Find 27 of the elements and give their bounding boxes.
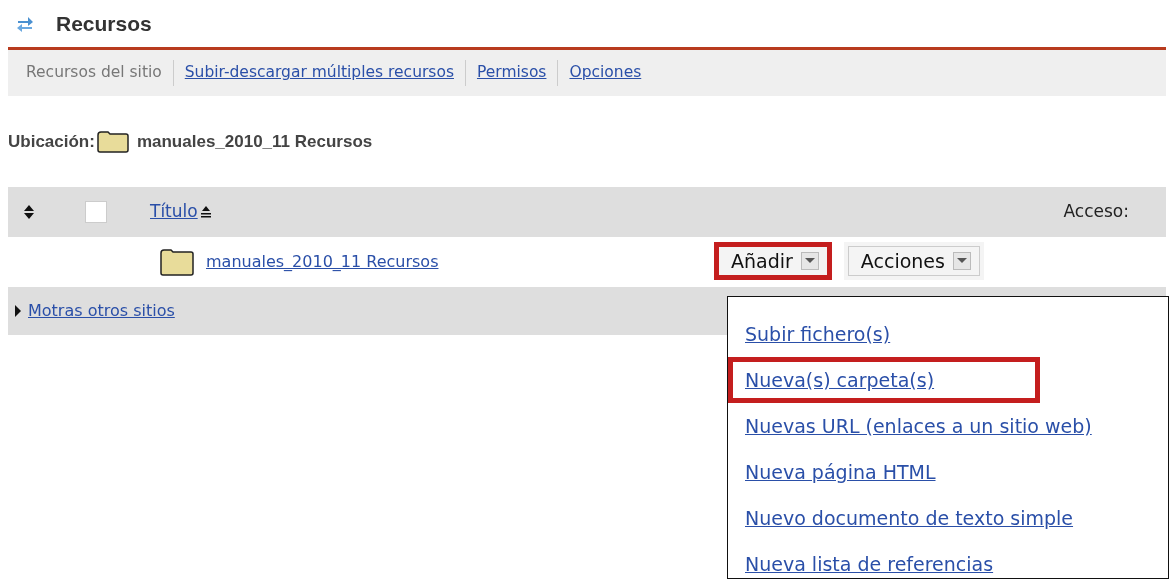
page-title: Recursos <box>56 10 152 37</box>
dropdown-button[interactable]: Añadir <box>714 242 832 280</box>
location-path: manuales_2010_11 Recursos <box>136 131 373 154</box>
folder-link[interactable]: manuales_2010_11 Recursos <box>206 250 439 274</box>
sort-ascending-icon <box>199 206 212 218</box>
menu-item[interactable]: Nueva lista de referencias <box>728 541 1168 578</box>
nav-link[interactable]: Opciones <box>569 61 642 85</box>
menu-item[interactable]: Nuevas URL (enlaces a un sitio web) <box>728 403 1168 449</box>
menu-item[interactable]: Subir fichero(s) <box>728 311 1168 357</box>
folder-icon <box>160 248 194 276</box>
dropdown-button[interactable]: Acciones <box>843 242 984 280</box>
menu-item[interactable]: Nueva(s) carpeta(s) <box>728 357 1040 403</box>
expand-icon[interactable] <box>14 305 22 317</box>
caret-icon <box>952 252 971 270</box>
folder-icon <box>96 131 129 153</box>
location-label: Ubicación: <box>8 131 95 154</box>
menu-item[interactable]: Nuevo documento de texto simple <box>728 495 1168 541</box>
caret-icon <box>800 252 819 270</box>
select-all-checkbox[interactable] <box>85 201 107 223</box>
nav-link[interactable]: Recursos del sitio <box>26 61 162 85</box>
access-column-header: Acceso: <box>1063 200 1129 224</box>
menu-item[interactable]: Nueva página HTML <box>728 449 1168 495</box>
other-sites-link[interactable]: Motras otros sitios <box>24 299 181 323</box>
title-column-link[interactable]: Título <box>150 199 198 225</box>
nav-link[interactable]: Permisos <box>476 61 547 85</box>
sort-icon <box>24 205 34 219</box>
nav-link[interactable]: Subir-descargar múltiples recursos <box>184 61 454 85</box>
